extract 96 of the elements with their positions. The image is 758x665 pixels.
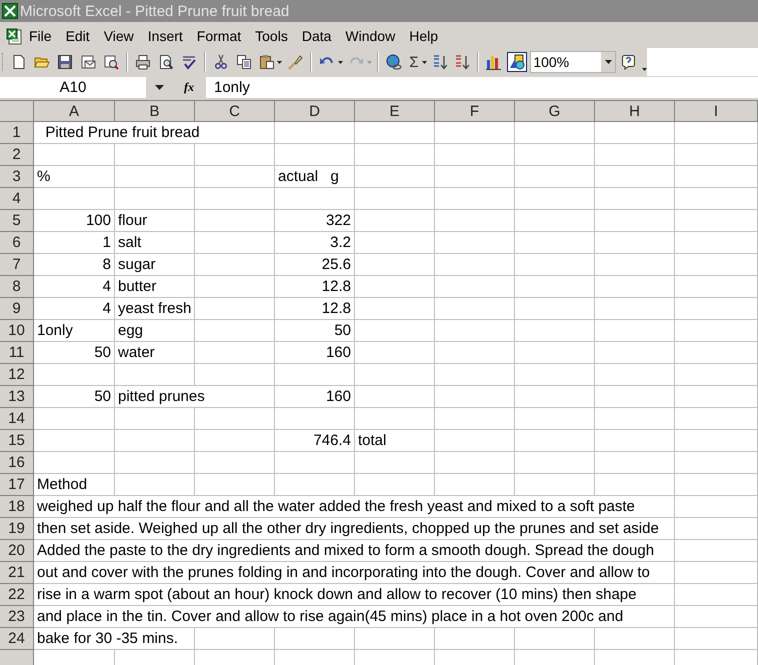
table-cell: sugar: [115, 254, 195, 276]
table-cell: 3.2: [275, 232, 355, 254]
table-cell: 50: [34, 342, 115, 364]
table-cell: egg: [115, 320, 195, 342]
workbook-icon[interactable]: [6, 28, 22, 44]
table-cell: 322: [275, 210, 355, 232]
row-header[interactable]: 16: [0, 452, 34, 474]
function-label[interactable]: fx: [172, 80, 206, 94]
table-cell: 4: [34, 276, 115, 298]
row-header[interactable]: 8: [0, 276, 34, 298]
window-title: Microsoft Excel - Pitted Prune fruit bread: [20, 2, 290, 20]
table-cell: rise in a warm spot (about an hour) knock down and allow to recover (10 mins) then shape: [34, 584, 675, 606]
column-header[interactable]: A: [34, 101, 115, 122]
menu-item[interactable]: Format: [190, 26, 248, 46]
table-cell: 160: [275, 386, 355, 408]
menu-item[interactable]: File: [22, 26, 59, 46]
column-header[interactable]: H: [595, 101, 675, 122]
name-box[interactable]: A10: [0, 76, 146, 98]
table-cell: 50: [275, 320, 355, 342]
table-cell: Pitted Prune fruit bread: [34, 122, 275, 144]
table-cell: out and cover with the prunes folding in and incorporating into the dough. Cover and allow to: [34, 562, 675, 584]
menu-item[interactable]: Window: [338, 26, 402, 46]
row-header[interactable]: 1: [0, 122, 34, 144]
table-cell: 25.6: [275, 254, 355, 276]
table-cell: yeast fresh: [115, 298, 195, 320]
table-cell: 8: [34, 254, 115, 276]
row-header[interactable]: 17: [0, 474, 34, 496]
dropdown-caret-icon[interactable]: [338, 58, 344, 66]
table-cell: 12.8: [275, 276, 355, 298]
drawing-shapes-icon[interactable]: [507, 52, 528, 72]
menu-item[interactable]: View: [96, 26, 141, 46]
menu-item[interactable]: Data: [294, 26, 338, 46]
table-cell: actual g: [275, 166, 355, 188]
row-header[interactable]: 20: [0, 540, 34, 562]
table-cell: %: [34, 166, 115, 188]
table-cell: Method: [34, 474, 115, 496]
row-header[interactable]: 2: [0, 144, 34, 166]
table-cell: Added the paste to the dry ingredients and mixed to form a smooth dough. Spread the dough: [34, 540, 675, 562]
dropdown-caret-icon[interactable]: [422, 58, 426, 66]
row-header[interactable]: 21: [0, 562, 34, 584]
select-all-corner[interactable]: [0, 101, 34, 122]
row-header[interactable]: 19: [0, 518, 34, 540]
row-header[interactable]: 24: [0, 628, 34, 650]
table-cell: water: [115, 342, 195, 364]
table-cell: 1: [34, 232, 115, 254]
table-cell: and place in the tin. Cover and allow to rise again(45 mins) place in a hot oven 200c and: [34, 606, 675, 628]
autosum-button[interactable]: Σ: [407, 54, 421, 70]
zoom-field[interactable]: 100%: [530, 51, 616, 73]
row-header[interactable]: 9: [0, 298, 34, 320]
excel-logo-icon: [2, 3, 18, 19]
menu-item[interactable]: Help: [402, 26, 445, 46]
formula-field[interactable]: 1only: [206, 76, 758, 98]
row-header[interactable]: 14: [0, 408, 34, 430]
dropdown-caret-icon[interactable]: [154, 84, 164, 90]
toolbar-options-icon[interactable]: [642, 68, 647, 71]
column-header[interactable]: E: [355, 101, 435, 122]
row-header[interactable]: 23: [0, 606, 34, 628]
row-header[interactable]: 18: [0, 496, 34, 518]
table-cell: pitted prunes: [115, 386, 275, 408]
table-cell: flour: [115, 210, 195, 232]
table-cell: 746.4: [275, 430, 355, 452]
row-header[interactable]: 12: [0, 364, 34, 386]
table-cell: 160: [275, 342, 355, 364]
table-cell: 50: [34, 386, 115, 408]
table-cell: total: [355, 430, 435, 452]
menu-item[interactable]: Tools: [248, 26, 295, 46]
table-cell: bake for 30 -35 mins.: [34, 628, 195, 650]
row-header[interactable]: 22: [0, 584, 34, 606]
row-header[interactable]: 3: [0, 166, 34, 188]
table-cell: butter: [115, 276, 195, 298]
row-header[interactable]: 7: [0, 254, 34, 276]
column-header[interactable]: F: [435, 101, 515, 122]
globe-link-icon[interactable]: [384, 52, 404, 72]
row-header[interactable]: 10: [0, 320, 34, 342]
menu-item[interactable]: Insert: [140, 26, 190, 46]
row-header[interactable]: 15: [0, 430, 34, 452]
table-cell: 1only: [34, 320, 115, 342]
row-header[interactable]: 5: [0, 210, 34, 232]
row-header[interactable]: 11: [0, 342, 34, 364]
menu-item[interactable]: Edit: [58, 26, 97, 46]
table-cell: weighed up half the flour and all the water added the fresh yeast and mixed to a soft paste: [34, 496, 675, 518]
table-cell: salt: [115, 232, 195, 254]
column-header[interactable]: G: [515, 101, 595, 122]
row-header[interactable]: 4: [0, 188, 34, 210]
table-cell: then set aside. Weighed up all the other dry ingredients, chopped up the prunes and set aside: [34, 518, 675, 540]
dropdown-caret-icon[interactable]: [277, 58, 282, 66]
table-cell: 100: [34, 210, 115, 232]
column-header[interactable]: B: [115, 101, 195, 122]
row-header[interactable]: 6: [0, 232, 34, 254]
row-header[interactable]: 13: [0, 386, 34, 408]
column-header[interactable]: I: [675, 101, 758, 122]
column-header[interactable]: C: [195, 101, 275, 122]
dropdown-caret-icon: [604, 60, 612, 64]
column-header[interactable]: D: [275, 101, 355, 122]
table-cell: 4: [34, 298, 115, 320]
table-cell: 12.8: [275, 298, 355, 320]
